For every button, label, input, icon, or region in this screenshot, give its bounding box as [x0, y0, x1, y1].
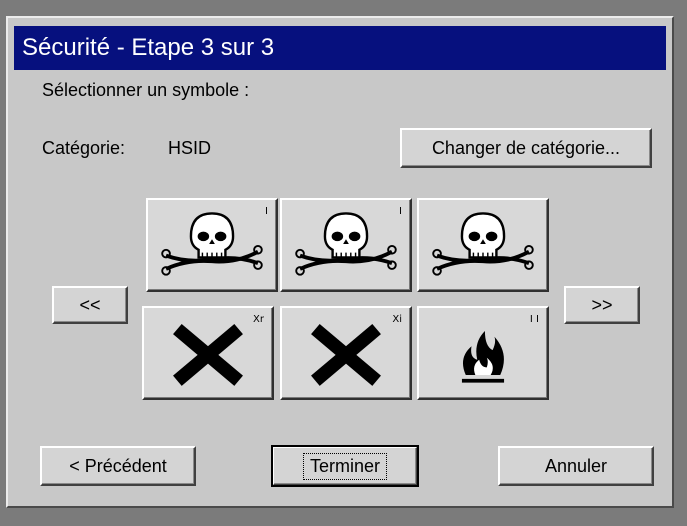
skull-crossbones-icon	[294, 211, 398, 277]
symbol-code-5: Xi	[392, 314, 402, 325]
finish-button[interactable]: Terminer	[271, 445, 419, 487]
symbol-code-6: I I	[529, 314, 539, 325]
change-category-button[interactable]: Changer de catégorie...	[400, 128, 652, 168]
previous-button[interactable]: < Précédent	[40, 446, 196, 486]
finish-button-label: Terminer	[302, 452, 387, 480]
symbol-button-5[interactable]: Xi	[280, 306, 412, 400]
symbol-button-2[interactable]: I	[280, 198, 412, 292]
symbol-code-1: I	[265, 206, 268, 217]
symbol-button-6[interactable]: I I	[417, 306, 549, 400]
select-symbol-prompt: Sélectionner un symbole :	[42, 80, 250, 100]
symbol-button-3[interactable]	[417, 198, 549, 292]
flame-icon	[461, 330, 505, 383]
dialog-title: Sécurité - Etape 3 sur 3	[14, 26, 666, 70]
skull-crossbones-icon	[431, 211, 535, 277]
category-value: HSID	[168, 138, 212, 158]
x-irritant-icon	[282, 308, 410, 398]
cancel-button[interactable]: Annuler	[498, 446, 654, 486]
previous-page-button[interactable]: <<	[52, 286, 128, 324]
symbol-button-4[interactable]: Xr	[142, 306, 274, 400]
security-wizard-dialog: Sécurité - Etape 3 sur 3 Sélectionner un…	[6, 16, 674, 508]
symbol-button-1[interactable]: I	[146, 198, 278, 292]
category-label: Catégorie:	[42, 138, 126, 158]
skull-crossbones-icon	[160, 211, 264, 277]
next-page-button[interactable]: >>	[564, 286, 640, 324]
symbol-code-2: I	[399, 206, 402, 217]
symbol-code-4: Xr	[253, 314, 264, 325]
